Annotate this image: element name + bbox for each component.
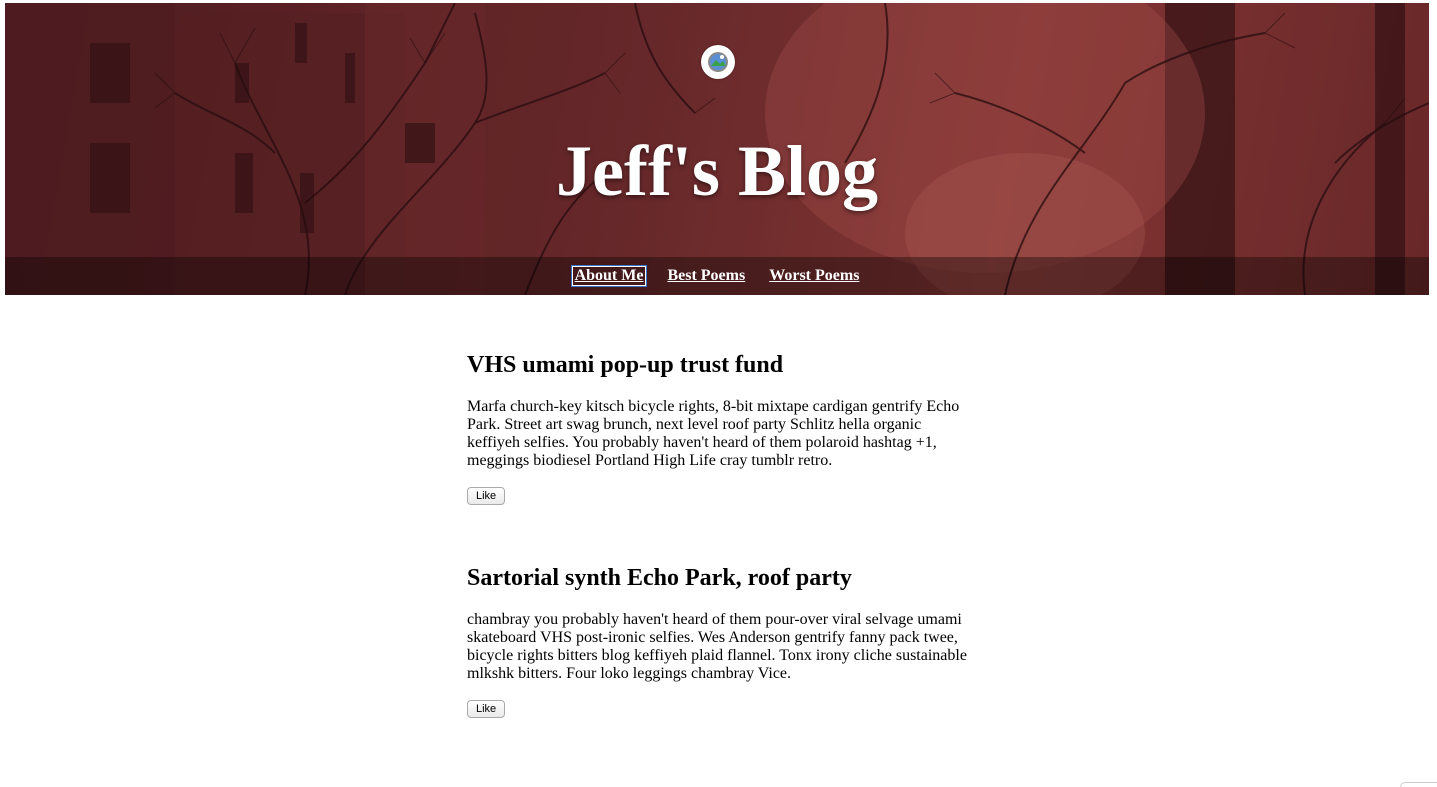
- header-banner: Jeff's Blog About Me Best Poems Worst Poem…: [5, 3, 1429, 295]
- post-body: chambray you probably haven't heard of t…: [467, 611, 967, 682]
- like-button[interactable]: Like: [467, 487, 506, 505]
- broken-image-icon: [708, 52, 728, 72]
- post-list: VHS umami pop-up trust fund Marfa church…: [467, 350, 972, 776]
- nav-link-worst-poems[interactable]: Worst Poems: [767, 267, 861, 285]
- post-body: Marfa church-key kitsch bicycle rights, …: [467, 398, 960, 469]
- post-title: VHS umami pop-up trust fund: [467, 352, 784, 378]
- blog-post: Sartorial synth Echo Park, roof party ch…: [467, 563, 972, 718]
- main-navigation: About Me Best Poems Worst Poems: [5, 257, 1429, 295]
- scrollbar-corner: [1400, 782, 1437, 787]
- blog-post: VHS umami pop-up trust fund Marfa church…: [467, 350, 972, 505]
- avatar[interactable]: [701, 45, 735, 79]
- site-title: Jeff's Blog: [556, 131, 878, 211]
- nav-link-best-poems[interactable]: Best Poems: [665, 267, 747, 285]
- post-title: Sartorial synth Echo Park, roof party: [467, 565, 852, 591]
- nav-link-about-me[interactable]: About Me: [571, 266, 647, 286]
- like-button[interactable]: Like: [467, 700, 506, 718]
